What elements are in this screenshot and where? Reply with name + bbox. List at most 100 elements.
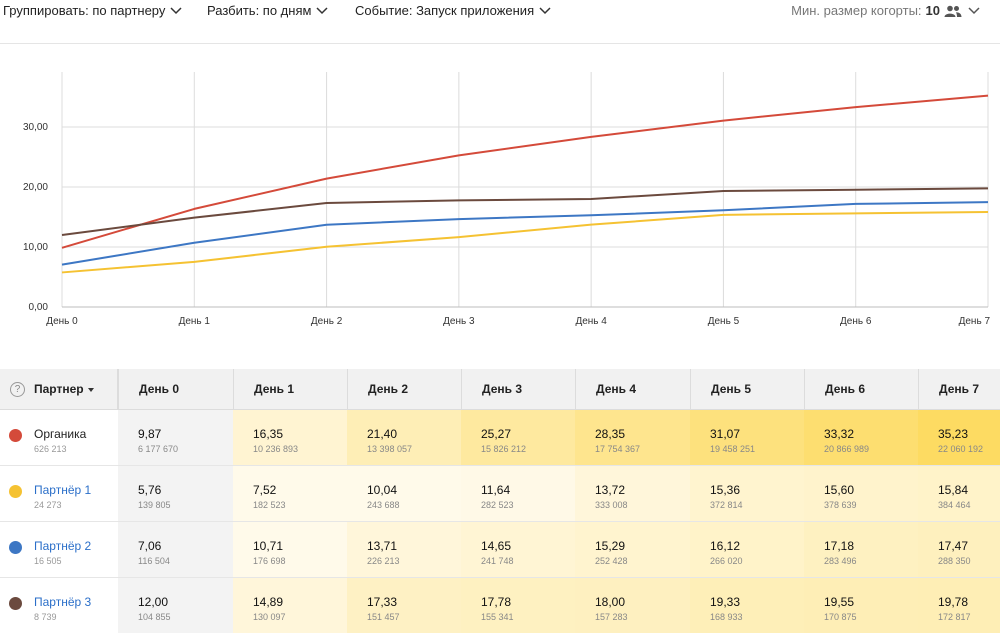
day-value-cell: 16,35 10 236 893 (233, 410, 347, 465)
partner-cohort-size: 8 739 (34, 612, 57, 622)
day-column-header[interactable]: День 4 (575, 369, 690, 409)
x-tick-label: День 2 (311, 316, 343, 327)
metric-value: 16,35 (253, 427, 284, 441)
metric-value: 15,60 (824, 483, 855, 497)
event-count: 283 496 (824, 556, 857, 566)
day-value-cell: 21,40 13 398 057 (347, 410, 461, 465)
event-count: 13 398 057 (367, 444, 413, 454)
line-chart: 0,00 10,00 20,00 30,00 День 0 День 1 День 2 Ден… (23, 72, 990, 327)
metric-value: 15,84 (938, 483, 969, 497)
partner-cohort-size: 16 505 (34, 556, 62, 566)
day-value-cell: 16,12 266 020 (690, 522, 804, 577)
event-count: 378 639 (824, 500, 857, 510)
day-value-cell: 19,33 168 933 (690, 578, 804, 633)
series-color-dot (9, 429, 22, 442)
series-color-dot (9, 485, 22, 498)
day-column-header[interactable]: День 7 (918, 369, 1000, 409)
day-column-header[interactable]: День 0 (118, 369, 233, 409)
event-count: 172 817 (938, 612, 971, 622)
table-row: Партнёр 1 24 273 5,76 139 805 7,52 182 523 10,… (0, 466, 1000, 522)
event-count: 226 213 (367, 556, 400, 566)
x-tick-label: День 1 (179, 316, 211, 327)
day-value-cell: 15,84 384 464 (918, 466, 1000, 521)
table-row: Органика 626 213 9,87 6 177 670 16,35 10 236 … (0, 410, 1000, 466)
metric-value: 11,64 (481, 483, 511, 497)
split-by-label: Разбить: по дням (207, 3, 312, 18)
group-by-dropdown[interactable]: Группировать: по партнеру (3, 3, 182, 18)
metric-value: 12,00 (138, 595, 169, 609)
event-dropdown[interactable]: Событие: Запуск приложения (355, 3, 551, 18)
event-count: 288 350 (938, 556, 971, 566)
partner-cohort-size: 24 273 (34, 500, 62, 510)
event-count: 139 805 (138, 500, 171, 510)
metric-value: 7,52 (253, 483, 277, 497)
event-count: 22 060 192 (938, 444, 984, 454)
day-column-header[interactable]: День 1 (233, 369, 347, 409)
day-value-cell: 13,71 226 213 (347, 522, 461, 577)
day-column-header[interactable]: День 5 (690, 369, 804, 409)
metric-value: 10,71 (253, 539, 284, 553)
metric-value: 7,06 (138, 539, 162, 553)
partner-name[interactable]: Партнёр 3 (34, 595, 91, 609)
partner-cell: Органика 626 213 (0, 410, 118, 465)
day-value-cell: 11,64 282 523 (461, 466, 575, 521)
partner-cell: Партнёр 2 16 505 (0, 522, 118, 577)
partner-column-header[interactable]: ? Партнер (0, 369, 118, 409)
metric-value: 10,04 (367, 483, 398, 497)
event-count: 17 754 367 (595, 444, 641, 454)
event-count: 10 236 893 (253, 444, 299, 454)
metric-value: 28,35 (595, 427, 626, 441)
day-value-cell: 15,36 372 814 (690, 466, 804, 521)
day-column-header[interactable]: День 2 (347, 369, 461, 409)
x-tick-label: День 3 (443, 316, 475, 327)
day-value-cell: 7,06 116 504 (118, 522, 233, 577)
event-label: Событие: Запуск приложения (355, 3, 535, 18)
day-value-cell: 31,07 19 458 251 (690, 410, 804, 465)
day-column-header[interactable]: День 6 (804, 369, 918, 409)
group-by-label: Группировать: по партнеру (3, 3, 166, 18)
day-value-cell: 28,35 17 754 367 (575, 410, 690, 465)
event-count: 15 826 212 (481, 444, 527, 454)
series-line (61, 201, 989, 266)
series-line (61, 187, 989, 236)
help-icon[interactable]: ? (10, 382, 25, 397)
people-icon (944, 5, 962, 17)
day-value-cell: 17,18 283 496 (804, 522, 918, 577)
x-tick-label: День 4 (575, 316, 607, 327)
metric-value: 15,29 (595, 539, 626, 553)
day-value-cell: 12,00 104 855 (118, 578, 233, 633)
sort-down-icon (87, 387, 94, 392)
metric-value: 14,65 (481, 539, 512, 553)
event-count: 151 457 (367, 612, 400, 622)
metric-value: 31,07 (710, 427, 741, 441)
day-value-cell: 13,72 333 008 (575, 466, 690, 521)
event-count: 20 866 989 (824, 444, 870, 454)
event-count: 282 523 (481, 500, 514, 510)
event-count: 168 933 (710, 612, 743, 622)
partner-name: Органика (34, 427, 87, 441)
y-tick-label: 10,00 (23, 242, 48, 253)
metric-value: 18,00 (595, 595, 626, 609)
partner-name[interactable]: Партнёр 1 (34, 483, 91, 497)
y-tick-label: 0,00 (29, 302, 49, 313)
event-count: 333 008 (595, 500, 628, 510)
event-count: 241 748 (481, 556, 514, 566)
event-count: 176 698 (253, 556, 286, 566)
day-value-cell: 17,78 155 341 (461, 578, 575, 633)
min-cohort-size-dropdown[interactable]: Мин. размер когорты: 10 (791, 3, 980, 18)
partner-name[interactable]: Партнёр 2 (34, 539, 91, 553)
min-cohort-value: 10 (925, 3, 940, 18)
day-value-cell: 9,87 6 177 670 (118, 410, 233, 465)
event-count: 116 504 (138, 556, 170, 566)
partner-header-label: Партнер (34, 382, 84, 396)
day-value-cell: 10,71 176 698 (233, 522, 347, 577)
day-value-cell: 14,89 130 097 (233, 578, 347, 633)
day-value-cell: 10,04 243 688 (347, 466, 461, 521)
day-value-cell: 25,27 15 826 212 (461, 410, 575, 465)
event-count: 155 341 (481, 612, 514, 622)
split-by-dropdown[interactable]: Разбить: по дням (207, 3, 328, 18)
day-column-header[interactable]: День 3 (461, 369, 575, 409)
cohort-table: ? Партнер День 0 День 1 День 2 День 3 День 4… (0, 369, 1000, 633)
metric-value: 25,27 (481, 427, 512, 441)
min-cohort-label: Мин. размер когорты: (791, 3, 922, 18)
